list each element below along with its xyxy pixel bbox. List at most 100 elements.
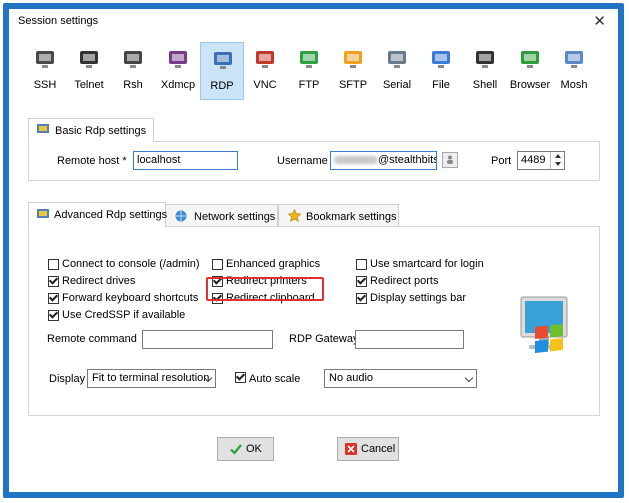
browser-icon	[519, 50, 541, 70]
protocol-label: Telnet	[74, 79, 104, 91]
cancel-icon	[345, 443, 357, 455]
protocol-label: Rsh	[123, 79, 143, 91]
display-label: Display	[49, 373, 86, 385]
use-smartcard-for-login-checkbox[interactable]	[356, 259, 367, 270]
rdp-gateway-label: RDP Gateway	[289, 333, 359, 345]
redirect-ports-checkbox[interactable]	[356, 276, 367, 287]
protocol-rsh[interactable]: Rsh	[111, 42, 155, 100]
ftp-icon	[298, 50, 320, 70]
mosh-icon	[563, 50, 585, 70]
check-icon	[230, 443, 242, 455]
spin-up-icon[interactable]	[555, 154, 561, 158]
audio-select[interactable]: No audio	[324, 369, 477, 388]
session-settings-dialog: Session settings ✕ SSH Telnet Rsh Xdmcp RDP V…	[9, 9, 618, 492]
remote-command-input[interactable]	[142, 330, 273, 349]
audio-value: No audio	[329, 372, 374, 384]
ok-label: OK	[246, 443, 262, 455]
protocol-file[interactable]: File	[419, 42, 463, 100]
protocol-label: SFTP	[338, 79, 368, 91]
protocol-label: RDP	[210, 80, 234, 92]
connect-to-console-admin-checkbox[interactable]	[48, 259, 59, 270]
username-value: @stealthbits	[378, 154, 437, 166]
username-input[interactable]: @stealthbits	[330, 151, 437, 170]
forward-keyboard-shortcuts-checkbox[interactable]	[48, 293, 59, 304]
rsh-icon	[122, 50, 144, 70]
telnet-icon	[78, 50, 100, 70]
ssh-icon	[34, 50, 56, 70]
tab-advanced-rdp-settings[interactable]: Advanced Rdp settings	[28, 202, 168, 227]
use-smartcard-for-login-label: Use smartcard for login	[370, 258, 484, 270]
tab-label: Advanced Rdp settings	[54, 209, 168, 221]
highlight-box	[206, 277, 324, 301]
enhanced-graphics-checkbox[interactable]	[212, 259, 223, 270]
shell-icon	[474, 50, 496, 70]
close-button[interactable]: ✕	[593, 12, 606, 30]
protocol-label: Shell	[472, 79, 498, 91]
protocol-sftp[interactable]: SFTP	[331, 42, 375, 100]
protocol-telnet[interactable]: Telnet	[67, 42, 111, 100]
tab-label: Network settings	[194, 211, 276, 223]
protocol-xdmcp[interactable]: Xdmcp	[156, 42, 200, 100]
display-select[interactable]: Fit to terminal resolution	[87, 369, 216, 388]
display-settings-bar-label: Display settings bar	[370, 292, 466, 304]
rdp-monitor-icon	[515, 291, 575, 371]
tab-network-settings[interactable]: Network settings	[165, 204, 278, 227]
protocol-label: File	[432, 79, 450, 91]
xdmcp-icon	[167, 50, 189, 70]
redirect-drives-checkbox[interactable]	[48, 276, 59, 287]
auto-scale-label: Auto scale	[249, 373, 301, 385]
globe-icon	[175, 210, 187, 222]
rdp-icon	[37, 124, 49, 135]
remote-command-label: Remote command	[47, 333, 137, 345]
display-value: Fit to terminal resolution	[92, 372, 210, 384]
protocol-vnc[interactable]: VNC	[243, 42, 287, 100]
protocol-serial[interactable]: Serial	[375, 42, 419, 100]
connect-to-console-admin-label: Connect to console (/admin)	[62, 258, 200, 270]
tab-label: Basic Rdp settings	[55, 125, 147, 137]
user-picker-button[interactable]	[442, 152, 458, 168]
rdp-icon	[212, 51, 234, 71]
auto-scale-checkbox[interactable]	[235, 372, 246, 383]
redacted-text	[334, 156, 378, 165]
file-icon	[430, 50, 452, 70]
tab-label: Bookmark settings	[306, 211, 397, 223]
protocol-label: Serial	[382, 79, 412, 91]
protocol-label: VNC	[253, 79, 277, 91]
cancel-button[interactable]: Cancel	[337, 437, 399, 461]
port-label: Port	[491, 155, 512, 167]
advanced-settings-panel: Connect to console (/admin) Enhanced grap…	[28, 226, 600, 416]
protocol-label: FTP	[298, 79, 320, 91]
use-credssp-if-available-checkbox[interactable]	[48, 310, 59, 321]
remote-host-label: Remote host *	[57, 155, 127, 167]
redirect-ports-label: Redirect ports	[370, 275, 439, 287]
protocol-rdp[interactable]: RDP	[200, 42, 244, 100]
protocol-ssh[interactable]: SSH	[23, 42, 67, 100]
vnc-icon	[254, 50, 276, 70]
enhanced-graphics-label: Enhanced graphics	[226, 258, 321, 270]
protocol-label: Xdmcp	[160, 79, 196, 91]
cancel-label: Cancel	[361, 443, 396, 455]
rdp-gateway-input[interactable]	[355, 330, 464, 349]
display-settings-bar-checkbox[interactable]	[356, 293, 367, 304]
protocol-ftp[interactable]: FTP	[287, 42, 331, 100]
serial-icon	[386, 50, 408, 70]
star-icon	[287, 208, 302, 222]
sftp-icon	[342, 50, 364, 70]
protocol-label: Browser	[509, 79, 551, 91]
protocol-label: Mosh	[560, 79, 588, 91]
port-spinner[interactable]	[550, 152, 565, 169]
spin-down-icon[interactable]	[555, 162, 561, 166]
protocol-browser[interactable]: Browser	[508, 42, 552, 100]
protocol-mosh[interactable]: Mosh	[552, 42, 596, 100]
protocol-label: SSH	[33, 79, 57, 91]
forward-keyboard-shortcuts-label: Forward keyboard shortcuts	[62, 292, 199, 304]
window-title: Session settings	[18, 15, 99, 27]
tab-bookmark-settings[interactable]: Bookmark settings	[278, 204, 399, 227]
ok-button[interactable]: OK	[217, 437, 274, 461]
tab-basic-rdp-settings[interactable]: Basic Rdp settings	[28, 118, 154, 142]
username-label: Username	[277, 155, 328, 167]
remote-host-input[interactable]: localhost	[133, 151, 238, 170]
redirect-drives-label: Redirect drives	[62, 275, 136, 287]
basic-settings-panel: Remote host * localhost Username @stealt…	[28, 141, 600, 181]
protocol-shell[interactable]: Shell	[463, 42, 507, 100]
